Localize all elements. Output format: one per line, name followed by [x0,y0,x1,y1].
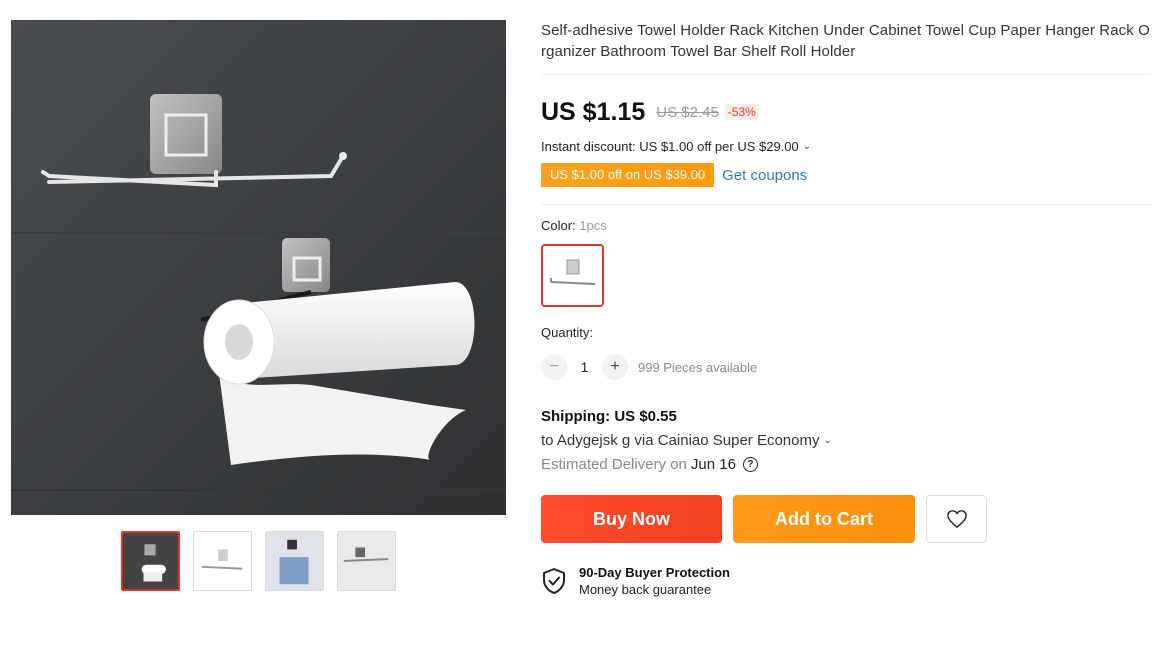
eta-date: Jun 16 [690,456,736,473]
thumbnail-strip [121,531,396,591]
thumbnail-1[interactable] [121,531,180,591]
shipping-price: Shipping: US $0.55 [541,408,677,425]
shipping-destination-text: to Adygejsk g via Cainiao Super Economy [541,432,820,449]
current-price: US $1.15 [541,97,646,126]
thumbnail-4[interactable] [337,531,396,591]
protection-text: 90-Day Buyer Protection Money back guara… [579,565,730,597]
buyer-protection: 90-Day Buyer Protection Money back guara… [541,565,1151,597]
quantity-plus-button[interactable]: + [602,354,628,380]
divider [541,204,1151,205]
shipping-destination[interactable]: to Adygejsk g via Cainiao Super Economy … [541,432,1151,449]
eta-label: Estimated Delivery on [541,456,687,473]
estimated-delivery: Estimated Delivery on Jun 16 ? [541,456,1151,473]
instant-discount-text: Instant discount: US $1.00 off per US $2… [541,139,799,154]
color-swatch-1pcs[interactable] [541,244,604,307]
get-coupons-link[interactable]: Get coupons [722,167,807,184]
product-info: Self-adhesive Towel Holder Rack Kitchen … [538,20,1151,597]
color-label: Color: 1pcs [541,218,1151,233]
protection-title: 90-Day Buyer Protection [579,565,730,580]
color-label-text: Color: [541,218,576,233]
quantity-stepper: − 1 + 999 Pieces available [541,354,1151,380]
heart-icon [946,510,967,528]
quantity-minus-button[interactable]: − [541,354,567,380]
discount-badge: -53% [724,104,759,120]
thumbnail-2[interactable] [193,531,252,591]
quantity-label: Quantity: [541,325,594,340]
stock-available: 999 Pieces available [638,359,758,375]
product-title: Self-adhesive Towel Holder Rack Kitchen … [541,20,1151,75]
main-product-image[interactable] [11,20,506,515]
original-price: US $2.45 [656,103,719,121]
coupon-row: US $1.00 off on US $39.00 Get coupons [538,163,1151,187]
coupon-tag[interactable]: US $1.00 off on US $39.00 [538,163,715,187]
chevron-down-icon: ⌄ [823,435,832,446]
action-buttons: Buy Now Add to Cart [541,495,1151,543]
color-value: 1pcs [579,218,607,233]
buy-now-button[interactable]: Buy Now [541,495,722,543]
instant-discount[interactable]: Instant discount: US $1.00 off per US $2… [541,139,1151,154]
add-to-cart-button[interactable]: Add to Cart [733,495,915,543]
thumbnail-3[interactable] [265,531,324,591]
protection-subtitle: Money back guarantee [579,582,712,597]
shield-check-icon [543,568,565,594]
price-row: US $1.15 US $2.45 -53% [541,95,1151,129]
chevron-down-icon: ⌄ [802,141,812,152]
question-circle-icon[interactable]: ? [742,457,758,472]
quantity-value[interactable]: 1 [567,359,602,375]
wishlist-button[interactable] [926,495,987,543]
